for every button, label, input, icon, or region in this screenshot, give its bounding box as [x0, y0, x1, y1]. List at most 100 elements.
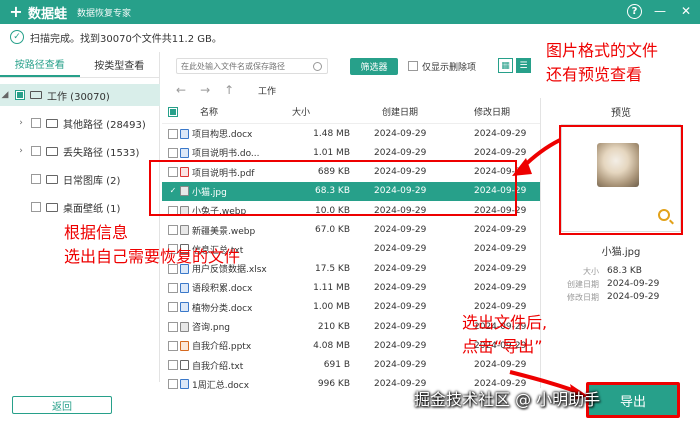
forward-arrow-icon[interactable]: → [200, 83, 210, 97]
toolbar: 筛选器 仅显示删除项 [176, 57, 476, 75]
txt-file-icon [180, 360, 189, 371]
annotation-preview-box [559, 125, 683, 235]
docx-file-icon [180, 128, 189, 139]
search-box [176, 58, 328, 74]
column-header-modified[interactable]: 修改日期 [474, 105, 510, 118]
tree-node-work[interactable]: ◢ 工作 (30070) [0, 84, 160, 106]
img-file-icon [180, 321, 189, 332]
app-subtitle: 数据恢复专家 [77, 8, 132, 19]
annotation-export-note-2: 点击“导出” [462, 337, 543, 356]
deleted-only-label: 仅显示删除项 [422, 62, 477, 73]
row-checkbox[interactable] [168, 379, 178, 390]
chevron-right-icon[interactable]: › [16, 118, 26, 128]
search-input[interactable] [181, 61, 301, 71]
tab-by-path[interactable]: 按路径查看 [0, 52, 80, 77]
tree-node-wallpaper[interactable]: 桌面壁纸 (1) [16, 196, 120, 218]
close-icon[interactable]: ✕ [678, 3, 694, 19]
list-view-icon[interactable]: ☰ [516, 58, 531, 73]
annotation-select-note-2: 选出自己需要恢复的文件 [64, 247, 241, 266]
deleted-only-toggle[interactable]: 仅显示删除项 [408, 60, 476, 73]
preview-meta-size: 大小 68.3 KB [559, 266, 642, 277]
annotation-preview-note-1: 图片格式的文件 [546, 41, 659, 60]
caret-down-icon[interactable]: ◢ [0, 90, 10, 100]
meta-key: 创建日期 [567, 280, 599, 289]
nav-buttons: ← → ↑ [176, 82, 248, 98]
cell-modified: 2024-09-29 [474, 360, 527, 371]
folder-icon [46, 146, 58, 156]
row-checkbox[interactable] [168, 225, 178, 235]
app-name: 数据蛙 [28, 6, 68, 22]
row-checkbox[interactable] [168, 302, 178, 313]
preview-title: 预览 [611, 108, 631, 119]
grid-view-icon[interactable]: ▦ [498, 58, 513, 73]
filter-button[interactable]: 筛选器 [350, 57, 398, 75]
row-checkbox[interactable] [168, 321, 178, 332]
cell-size: 210 KB [317, 321, 350, 332]
tab-by-type[interactable]: 按类型查看 [80, 52, 160, 77]
select-all-checkbox[interactable] [168, 106, 178, 117]
row-checkbox[interactable] [168, 340, 178, 351]
table-row[interactable]: 自我介绍.txt 691 B 2024-09-29 2024-09-29 [162, 356, 540, 375]
meta-value: 2024-09-29 [607, 279, 660, 289]
deleted-only-checkbox[interactable] [408, 61, 418, 71]
cell-created: 2024-09-29 [374, 302, 427, 313]
check-circle-icon: ✓ [10, 30, 24, 44]
cell-size: 1.00 MB [313, 302, 350, 313]
view-tabs: 按路径查看 按类型查看 [0, 52, 159, 78]
cell-size: 1.48 MB [313, 128, 350, 139]
watermark: 掘金技术社区 @ 小明助手 [414, 390, 601, 409]
meta-value: 2024-09-29 [607, 292, 660, 302]
annotation-select-note-1: 根据信息 [64, 223, 129, 242]
column-header-name[interactable]: 名称 [200, 105, 218, 118]
back-button[interactable]: 返回 [12, 396, 112, 414]
cell-size: 1.01 MB [313, 147, 350, 158]
folder-icon [46, 202, 58, 212]
cell-modified: 2024-09-29 [474, 225, 527, 235]
tree-checkbox[interactable] [31, 118, 41, 128]
up-arrow-icon[interactable]: ↑ [224, 83, 234, 97]
table-row[interactable]: 项目构思.docx 1.48 MB 2024-09-29 2024-09-29 [162, 124, 540, 143]
left-panel: 按路径查看 按类型查看 ◢ 工作 (30070) › 其他路径 (28493) … [0, 52, 160, 382]
cell-created: 2024-09-29 [374, 321, 427, 332]
annotation-export-note-1: 选出文件后, [462, 313, 548, 332]
table-row[interactable]: 语段积累.docx 1.11 MB 2024-09-29 2024-09-29 [162, 278, 540, 297]
row-checkbox[interactable] [168, 360, 178, 371]
tree-node-gallery[interactable]: 日常图库 (2) [16, 168, 120, 190]
column-header-size[interactable]: 大小 [292, 105, 310, 118]
back-arrow-icon[interactable]: ← [176, 83, 186, 97]
cell-created: 2024-09-29 [374, 244, 427, 255]
row-checkbox[interactable] [168, 147, 178, 158]
preview-meta-modified: 修改日期 2024-09-29 [559, 292, 659, 303]
cell-created: 2024-09-29 [374, 340, 427, 351]
img-file-icon [180, 225, 189, 235]
minimize-icon[interactable]: — [652, 3, 668, 19]
annotation-preview-note-2: 还有预览查看 [546, 65, 643, 84]
help-icon[interactable]: ? [627, 3, 642, 19]
tree-node-lost[interactable]: › 丢失路径 (1533) [16, 140, 139, 162]
tree-checkbox[interactable] [31, 174, 41, 184]
tree-checkbox[interactable] [31, 202, 41, 212]
title-bar: + 数据蛙 数据恢复专家 ? — ✕ [0, 0, 700, 24]
tree-checkbox[interactable] [15, 90, 25, 100]
search-icon[interactable] [313, 61, 322, 71]
preview-meta-created: 创建日期 2024-09-29 [559, 279, 659, 290]
cell-modified: 2024-09-29 [474, 263, 527, 274]
pptx-file-icon [180, 340, 189, 351]
column-header-created[interactable]: 创建日期 [382, 105, 418, 118]
tree-node-other[interactable]: › 其他路径 (28493) [16, 112, 146, 134]
chevron-right-icon[interactable]: › [16, 146, 26, 156]
cell-modified: 2024-09-29 [474, 128, 527, 139]
row-checkbox[interactable] [168, 282, 178, 293]
drive-icon [30, 91, 42, 99]
row-checkbox[interactable] [168, 128, 178, 139]
tree-node-label: 日常图库 (2) [63, 175, 121, 187]
folder-icon [46, 174, 58, 184]
docx-file-icon [180, 282, 189, 293]
cell-created: 2024-09-29 [374, 147, 427, 158]
cell-size: 996 KB [317, 379, 350, 390]
docx-file-icon [180, 147, 189, 158]
table-row[interactable]: 新疆美景.webp 67.0 KB 2024-09-29 2024-09-29 [162, 221, 540, 240]
cell-created: 2024-09-29 [374, 282, 427, 293]
cell-size: 4.08 MB [313, 340, 350, 351]
tree-checkbox[interactable] [31, 146, 41, 156]
